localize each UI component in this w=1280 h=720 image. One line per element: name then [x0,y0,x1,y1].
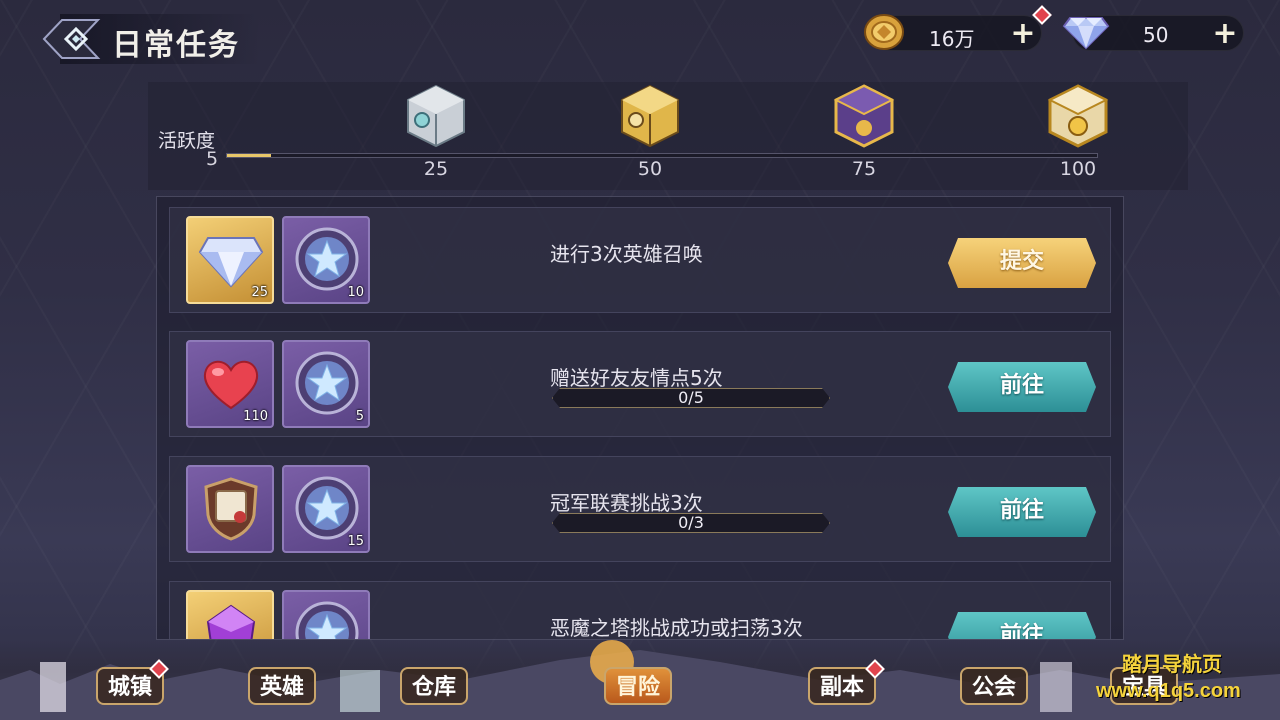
star-medal-icon [295,476,359,540]
task-progress-bar: 0/3 [552,513,830,533]
star-medal-icon [295,227,359,291]
legendary-chest-icon[interactable] [1044,82,1112,150]
task-description: 赠送好友友情点5次 [550,366,723,390]
submit-button[interactable]: 提交 [948,238,1096,288]
task-progress-text: 0/3 [678,513,704,532]
task-card: 恶魔之塔挑战成功或扫荡3次 前往 [169,581,1111,640]
gold-coin-icon [864,14,904,50]
task-card: 25 10 进行3次英雄召唤 提交 [169,207,1111,313]
reward-qty: 110 [243,409,268,424]
reward-scroll-shield[interactable] [186,465,274,553]
page-title: 日常任务 [112,28,240,63]
task-progress-text: 0/5 [678,388,704,407]
go-button[interactable]: 前往 [948,362,1096,412]
reward-heart[interactable]: 110 [186,340,274,428]
task-list[interactable]: 25 10 进行3次英雄召唤 提交 110 5 赠送好友友情点5次 0/5 前往… [156,196,1124,640]
add-diamond-button[interactable]: + [1211,19,1239,49]
heart-icon [203,360,259,410]
reward-purple-gem[interactable] [186,590,274,639]
reward-star-medal[interactable]: 15 [282,465,370,553]
task-progress-bar: 0/5 [552,388,830,408]
reward-star-medal[interactable]: 10 [282,216,370,304]
task-description: 恶魔之塔挑战成功或扫荡3次 [550,616,803,640]
activity-progress-fill [227,154,271,157]
reward-qty: 15 [347,534,364,549]
task-description: 冠军联赛挑战3次 [550,491,703,515]
add-gold-button[interactable]: + [1009,19,1037,49]
task-card: 110 5 赠送好友友情点5次 0/5 前往 [169,331,1111,437]
silver-chest-icon[interactable] [402,82,470,150]
star-medal-icon [295,601,359,639]
diamond-icon [198,237,264,288]
reward-qty: 10 [347,285,364,300]
gold-chest-icon[interactable] [616,82,684,150]
reward-star-medal[interactable] [282,590,370,639]
reward-qty: 25 [251,285,268,300]
nav-warehouse[interactable]: 仓库 [400,667,469,705]
purple-gem-icon [206,604,256,639]
nav-guild[interactable]: 公会 [960,667,1029,705]
activity-value: 5 [206,148,219,170]
watermark-url: www.q1q5.com [1096,680,1241,702]
reward-diamond[interactable]: 25 [186,216,274,304]
star-medal-icon [295,351,359,415]
nav-adventure[interactable]: 冒险 [604,667,673,705]
task-description: 进行3次英雄召唤 [550,242,703,266]
back-button[interactable] [40,16,102,62]
nav-dungeon[interactable]: 副本 [808,667,877,705]
go-button[interactable]: 前往 [948,612,1096,640]
task-card: 15 冠军联赛挑战3次 0/3 前往 [169,456,1111,562]
diamond-icon [1062,17,1110,50]
reward-star-medal[interactable]: 5 [282,340,370,428]
milestone-25: 25 [423,158,449,180]
nav-heroes[interactable]: 英雄 [248,667,317,705]
reward-qty: 5 [355,409,364,424]
milestone-75: 75 [851,158,877,180]
gold-amount: 16万 [929,27,975,51]
watermark-site-name: 踏月导航页 [1122,652,1222,676]
diamond-amount: 50 [1143,23,1169,47]
go-button[interactable]: 前往 [948,487,1096,537]
milestone-100: 100 [1059,158,1097,180]
scroll-shield-icon [204,477,258,541]
milestone-50: 50 [637,158,663,180]
back-arrow-icon [42,19,101,59]
purple-gold-chest-icon[interactable] [830,82,898,150]
